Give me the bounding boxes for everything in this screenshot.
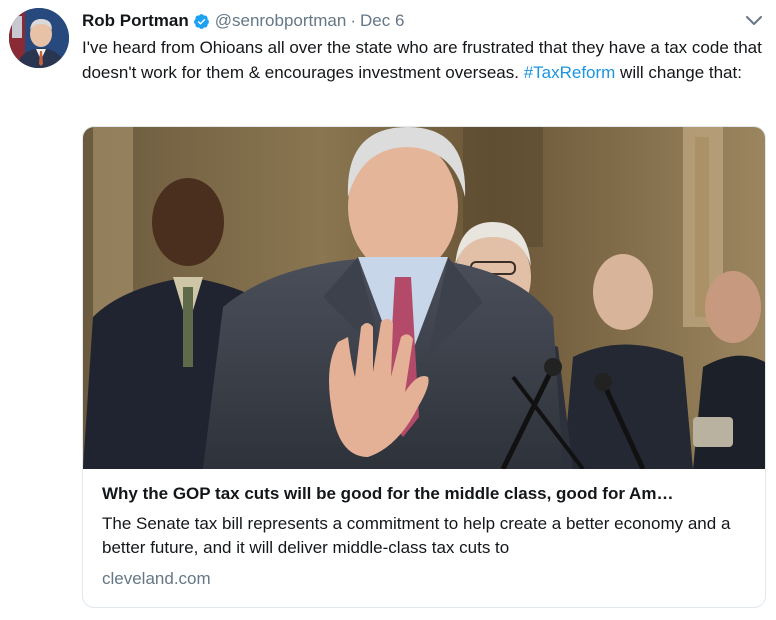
verified-badge-icon [193,13,210,30]
hashtag-link[interactable]: #TaxReform [524,63,616,82]
tweet-text: I've heard from Ohioans all over the sta… [82,35,762,85]
card-text: Why the GOP tax cuts will be good for th… [102,483,752,590]
avatar[interactable] [9,8,69,68]
author-name[interactable]: Rob Portman [82,11,189,31]
tweet: Rob Portman @senrobportman · Dec 6 I've … [0,0,776,620]
avatar-image [9,8,69,68]
card-image[interactable] [83,127,765,469]
separator-dot: · [350,11,357,30]
card-description: The Senate tax bill represents a commitm… [102,514,731,557]
link-card[interactable]: Why the GOP tax cuts will be good for th… [82,126,766,608]
press-conference-photo [83,127,765,469]
tweet-text-after: will change that: [615,63,742,82]
author-handle[interactable]: @senrobportman [215,11,347,31]
card-domain[interactable]: cleveland.com [102,568,752,590]
tweet-header: Rob Portman @senrobportman · Dec 6 [82,9,404,33]
chevron-down-icon[interactable] [745,14,763,28]
card-title[interactable]: Why the GOP tax cuts will be good for th… [102,483,752,505]
tweet-date[interactable]: Dec 6 [360,11,404,31]
